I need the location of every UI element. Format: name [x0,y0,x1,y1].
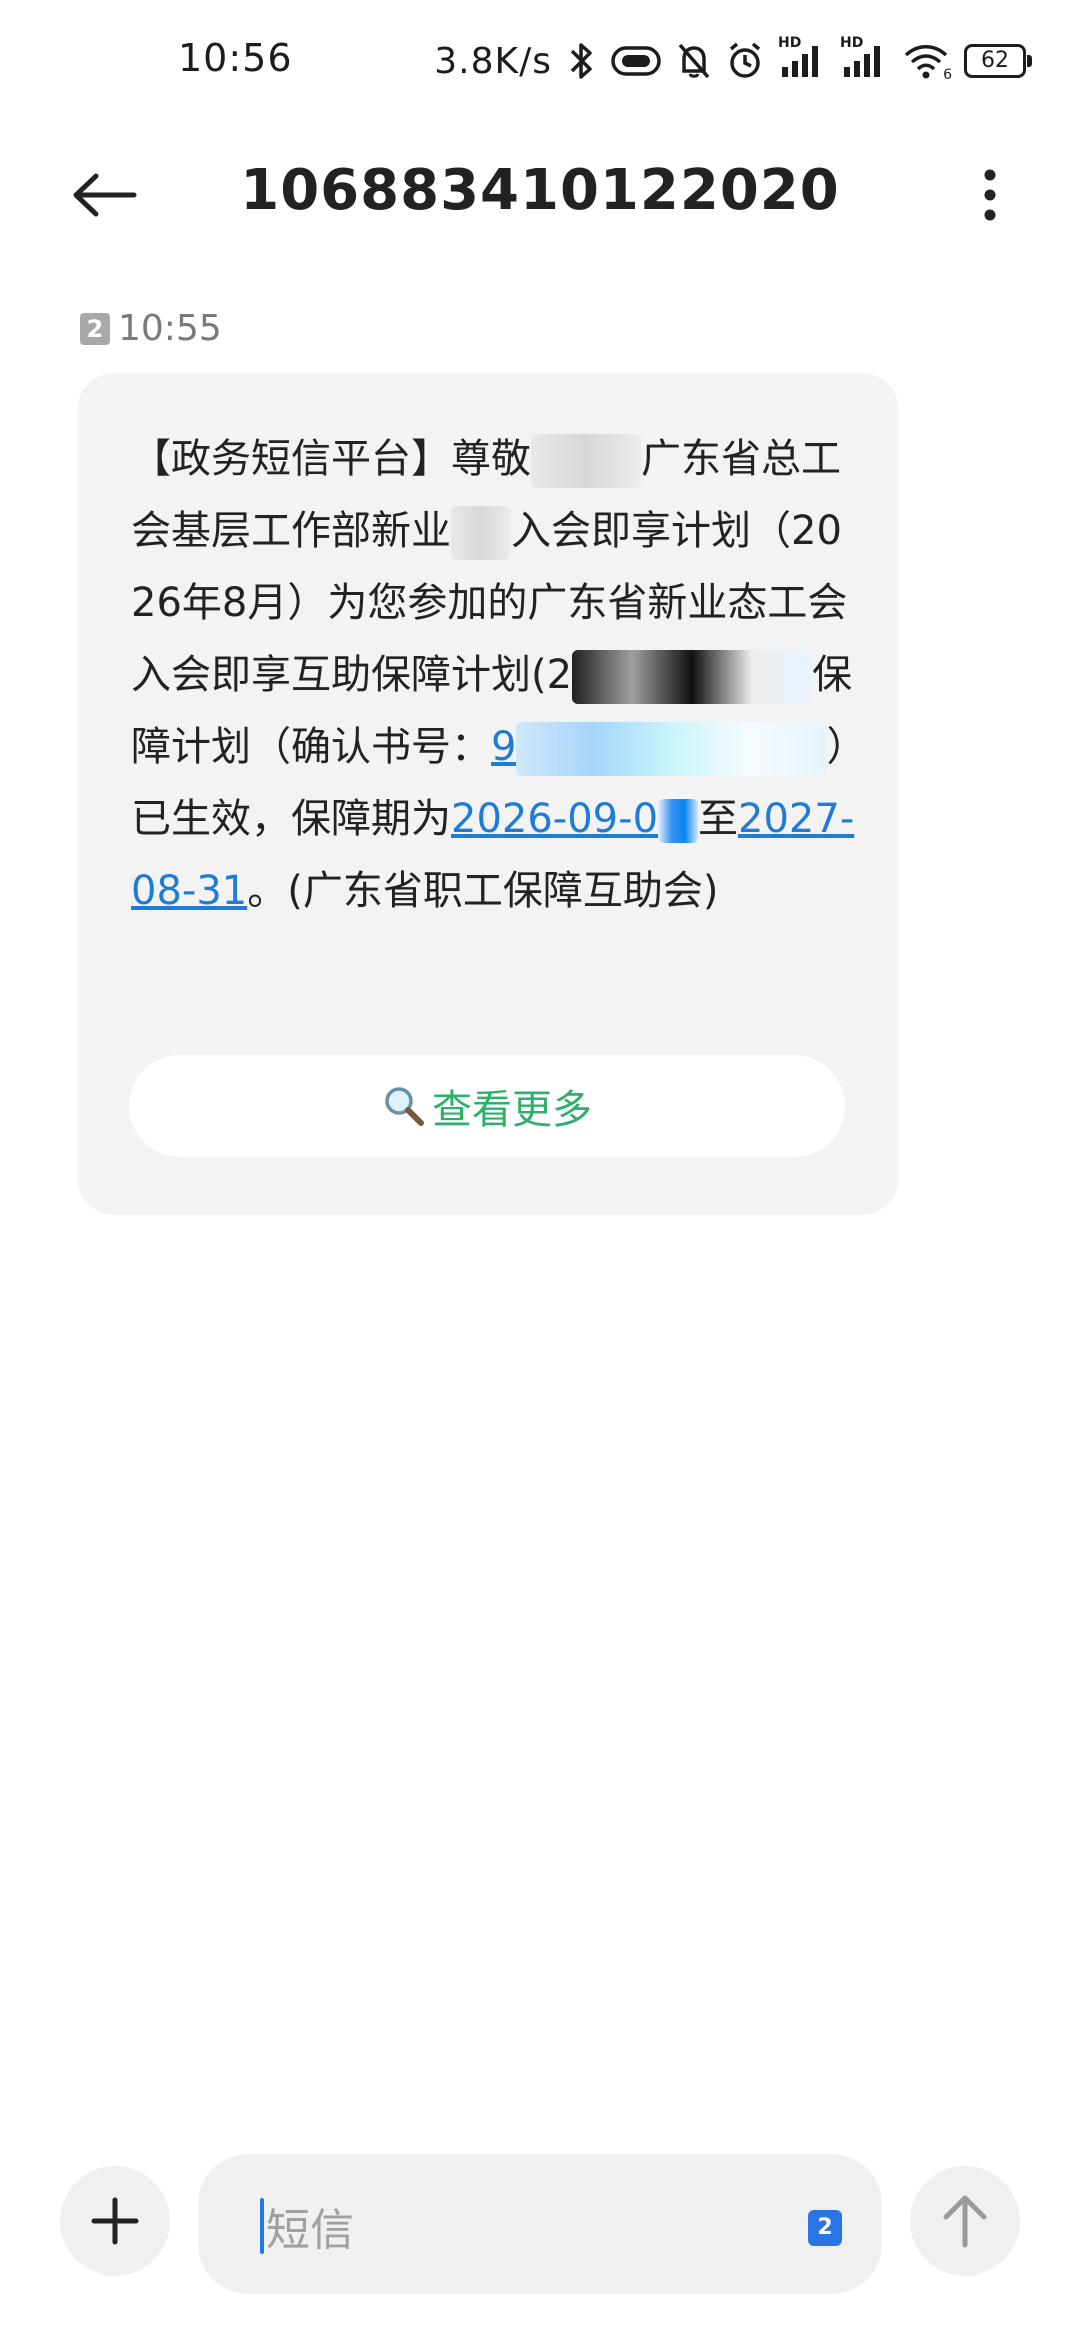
message-meta: 2 10:55 [80,308,222,349]
conversation-title: 106883410122020 [240,158,840,223]
conversation-header: 106883410122020 [0,130,1080,260]
message-input[interactable]: 短信 2 [198,2154,882,2294]
wifi-icon: 6 [902,41,952,83]
redacted-block [658,799,699,843]
view-more-button[interactable]: 查看更多 [129,1055,845,1157]
text-part-1: 【政务短信平台】尊敬 [131,436,531,482]
magnifier-icon [385,1087,424,1126]
signal-2-label: HD [840,35,864,51]
text-part-4: (2 [531,652,573,698]
message-text: 【政务短信平台】尊敬 广东省总工会基层工作部新业 入会即享计划（2026年8月）为您… [131,423,861,927]
redacted-block [451,506,511,560]
wifi-label: 6 [943,67,952,83]
input-placeholder: 短信 [266,2205,354,2256]
send-arrow-icon [943,2195,987,2248]
redacted-link-start[interactable]: 9 [491,724,516,770]
battery-icon: 62 [964,44,1032,78]
vibrate-icon [610,44,662,78]
text-part-11: 。(广东省职工保障互助会) [247,868,719,914]
alarm-icon [726,41,764,81]
mute-bell-icon [676,41,712,81]
view-more-label: 查看更多 [432,1087,592,1133]
redacted-block [516,722,827,776]
send-button[interactable] [910,2166,1020,2276]
status-time: 10:56 [178,36,293,80]
more-options-button[interactable] [960,150,1020,240]
start-date-link[interactable]: 2026-09-0 [451,796,658,842]
composer-bar: 短信 2 [0,2140,1080,2340]
redacted-block [531,434,641,488]
bluetooth-icon [566,41,596,81]
redacted-block [572,650,813,704]
status-bar: 10:56 3.8K/s HD HD 6 62 [0,0,1080,130]
network-speed: 3.8K/s [434,40,552,82]
sim-badge: 2 [80,312,110,345]
signal-1-icon: HD [778,35,826,81]
message-time: 10:55 [118,308,222,349]
status-icons: 3.8K/s HD HD 6 62 [434,35,1032,86]
text-cursor [260,2198,264,2254]
message-bubble[interactable]: 【政务短信平台】尊敬 广东省总工会基层工作部新业 入会即享计划（2026年8月）为您… [77,373,899,1215]
add-attachment-button[interactable] [60,2166,170,2276]
more-vertical-icon [984,169,996,221]
signal-1-label: HD [778,35,802,51]
sim-select-button[interactable]: 2 [808,2210,842,2246]
plus-icon [91,2197,139,2245]
signal-2-icon: HD [840,35,888,81]
text-part-9: 至 [698,796,739,842]
